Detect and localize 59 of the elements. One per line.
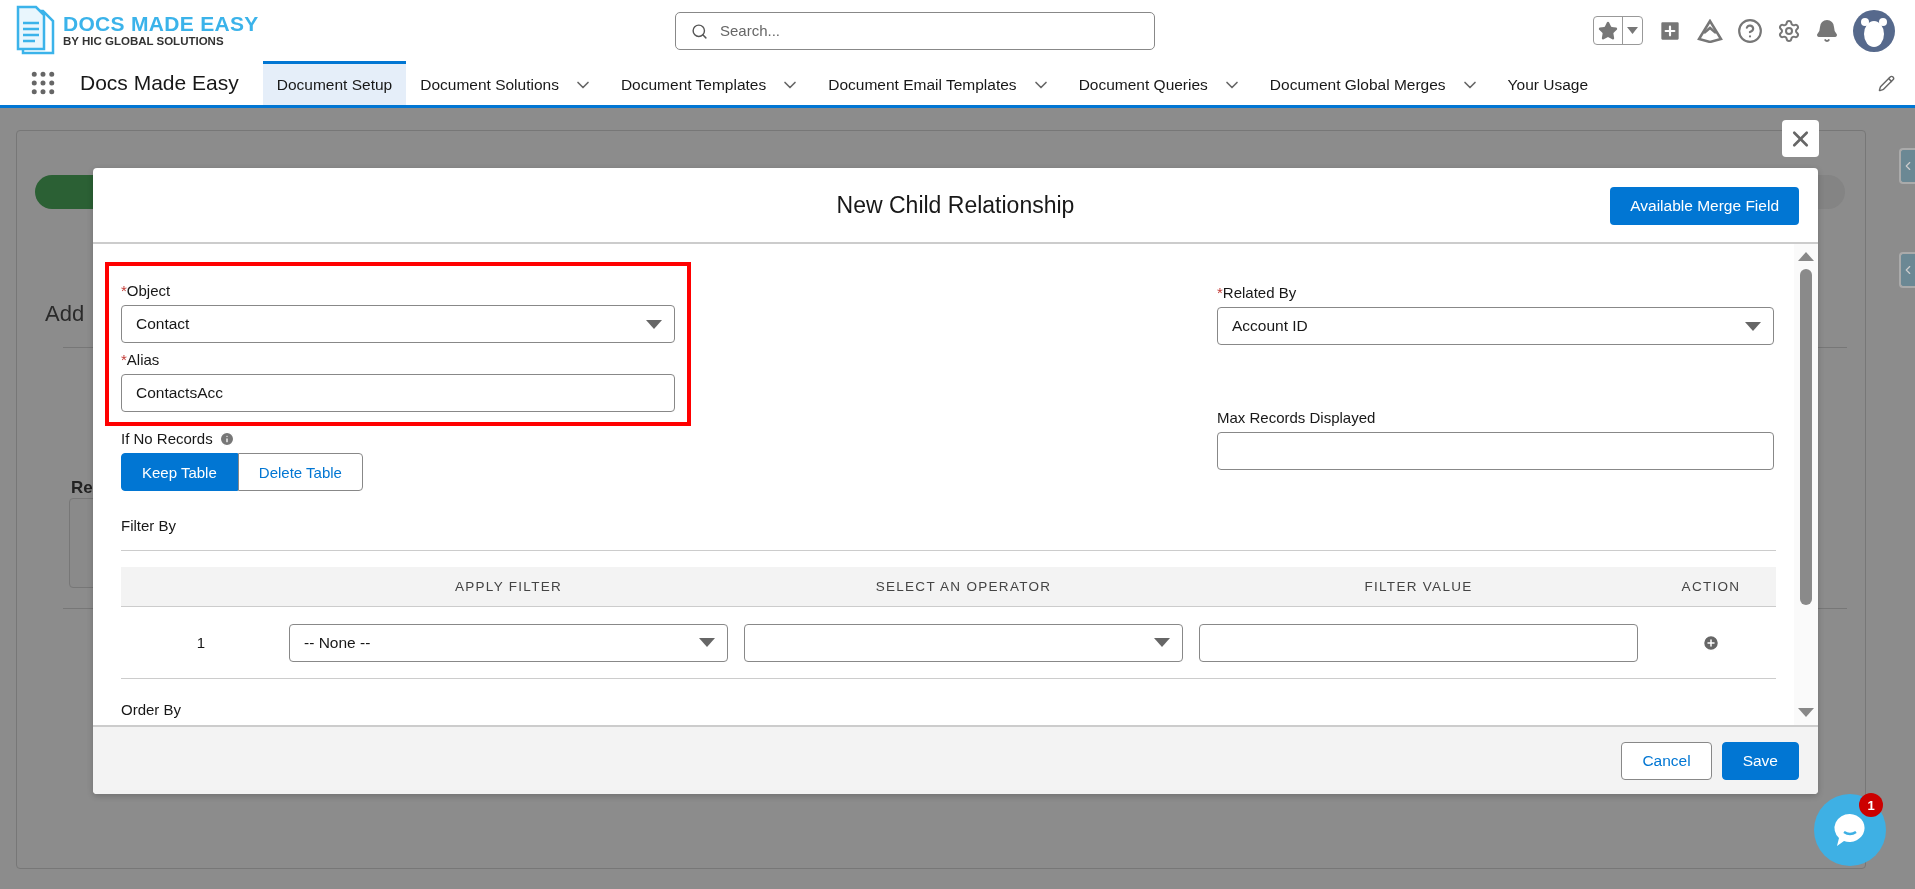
star-icon [1598, 20, 1618, 41]
merge-field-button[interactable]: Available Merge Field [1610, 187, 1799, 225]
input-field[interactable]: ContactsAcc [121, 374, 675, 412]
trailhead-icon[interactable] [1697, 18, 1723, 43]
logo-title: DOCS MADE EASY [63, 13, 259, 35]
search-field[interactable]: Search... [675, 11, 1155, 50]
logo-subtitle: BY HIC GLOBAL SOLUTIONS [63, 36, 225, 48]
field-label: *Object [121, 282, 172, 299]
field-label: If No Records [121, 430, 213, 447]
modal-title: New Child Relationship [836, 191, 1075, 219]
dropdown-caret-icon [1154, 638, 1170, 647]
row-number: 1 [196, 634, 206, 651]
column-header: FILTER VALUE [1191, 567, 1646, 607]
field-label: *Alias [121, 351, 161, 368]
scroll-down-icon[interactable] [1798, 708, 1814, 717]
select-field[interactable]: -- None -- [289, 623, 728, 662]
input-field[interactable] [1199, 623, 1638, 662]
field-label: *Related By [1217, 284, 1298, 301]
section-label: Filter By [121, 517, 177, 534]
select-field[interactable]: Account ID [1217, 307, 1774, 345]
section-label: Order By [121, 701, 182, 718]
column-header: SELECT AN OPERATOR [736, 567, 1191, 607]
dropdown-caret-icon [646, 319, 662, 329]
scrollbar-thumb[interactable] [1800, 269, 1812, 605]
notifications-icon[interactable] [1815, 18, 1839, 43]
column-header: APPLY FILTER [281, 567, 736, 607]
toggle-button[interactable]: Delete Table [237, 453, 363, 491]
favorites-button[interactable] [1593, 16, 1643, 45]
dropdown-caret-icon [699, 638, 715, 647]
field-label: Max Records Displayed [1217, 409, 1377, 426]
select-field[interactable]: Contact [121, 305, 675, 343]
edit-icon[interactable] [1878, 74, 1895, 92]
caret-icon [1627, 27, 1638, 34]
nav-tab[interactable]: Document Global Merges [1255, 61, 1494, 105]
nav-tab[interactable]: Your Usage [1493, 61, 1603, 105]
scroll-up-icon[interactable] [1798, 252, 1814, 261]
collapse-handle[interactable] [1899, 148, 1915, 184]
cancel-button[interactable]: Cancel [1621, 741, 1712, 780]
section-heading: Add [45, 301, 85, 327]
add-row-icon[interactable] [1702, 633, 1720, 652]
nav-tab[interactable]: Document Email Templates [814, 61, 1065, 105]
field-label: Re [71, 478, 93, 498]
collapse-handle[interactable] [1899, 252, 1915, 288]
info-icon [218, 430, 235, 447]
nav-tab[interactable]: Document Solutions [406, 61, 607, 105]
app-name: Docs Made Easy [80, 71, 239, 95]
nav-tab[interactable]: Document Queries [1064, 61, 1256, 105]
nav-tab[interactable]: Document Setup [262, 61, 407, 105]
help-icon[interactable] [1737, 17, 1763, 44]
nav-tab[interactable]: Document Templates [606, 61, 815, 105]
toggle-button[interactable]: Keep Table [121, 453, 238, 491]
close-button[interactable] [1782, 120, 1819, 157]
dropdown-caret-icon [1745, 321, 1761, 331]
save-button[interactable]: Save [1721, 741, 1799, 780]
select-field[interactable] [744, 623, 1183, 662]
input-field[interactable] [1217, 432, 1774, 470]
column-header: ACTION [1646, 567, 1776, 607]
avatar-icon[interactable] [1853, 9, 1895, 52]
settings-icon[interactable] [1777, 18, 1801, 43]
